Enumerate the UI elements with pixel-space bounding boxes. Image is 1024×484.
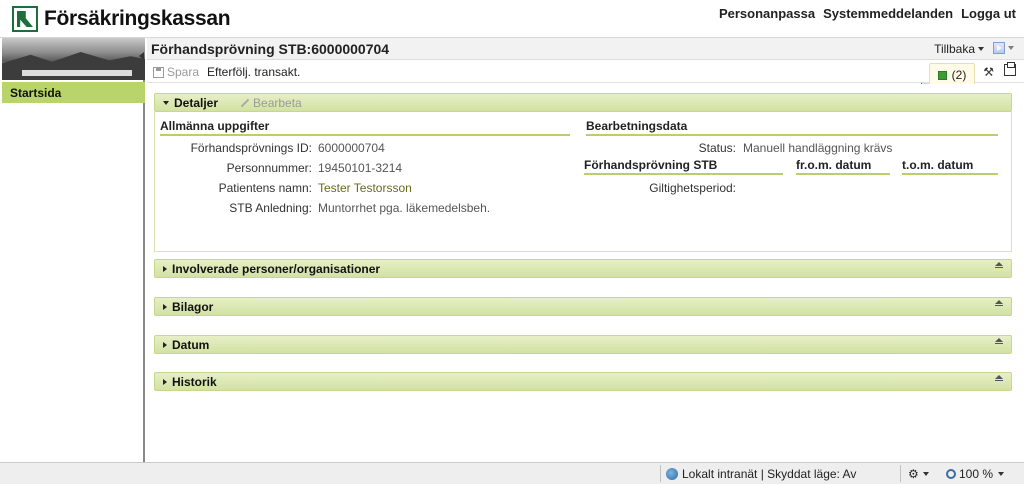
table-header-to-date: t.o.m. datum [902, 158, 998, 175]
involved-parties-title: Involverade personer/organisationer [172, 261, 381, 276]
action-toolbar: Spara Efterfölj. transakt. (2) ⚒ [147, 61, 1024, 87]
eject-icon[interactable] [995, 375, 1003, 383]
dates-panel: Datum [154, 335, 1012, 354]
chevron-down-icon [922, 472, 929, 476]
forward-button[interactable] [993, 42, 1014, 54]
zoom-control[interactable]: 100 % [946, 467, 993, 481]
sidebar-banner-image [2, 38, 145, 80]
followup-transactions-button[interactable]: Efterfölj. transakt. [207, 65, 300, 79]
general-section-heading: Allmänna uppgifter [160, 119, 570, 136]
save-label: Spara [167, 65, 200, 79]
chevron-down-icon [1008, 46, 1014, 50]
history-panel: Historik [154, 372, 1012, 391]
field-value-id: 6000000704 [318, 141, 385, 155]
field-label-reason: STB Anledning: [229, 201, 312, 215]
processing-section-heading: Bearbetningsdata [586, 119, 998, 136]
attachments-title: Bilagor [172, 299, 214, 314]
field-label-personnummer: Personnummer: [226, 161, 312, 175]
personanpassa-link[interactable]: Personanpassa [719, 6, 815, 21]
field-label-id: Förhandsprövnings ID: [190, 141, 312, 155]
zoom-icon [946, 469, 956, 479]
zoom-level: 100 % [959, 467, 994, 481]
caret-right-icon [163, 378, 167, 385]
edit-label: Bearbeta [253, 95, 302, 110]
attachments-panel: Bilagor [154, 297, 1012, 316]
details-panel-body: Allmänna uppgifter Förhandsprövnings ID:… [154, 112, 1012, 252]
statusbar-divider [660, 465, 661, 482]
browser-statusbar: Lokalt intranät | Skyddat läge: Av ⚙ 100… [0, 462, 1024, 484]
caret-right-icon [163, 265, 167, 272]
back-label: Tillbaka [934, 42, 975, 56]
security-zone[interactable]: Lokalt intranät | Skyddat läge: Av [666, 467, 856, 481]
eject-icon[interactable] [995, 338, 1003, 346]
eject-icon[interactable] [995, 262, 1003, 270]
pencil-icon [240, 98, 250, 107]
security-zone-label: Lokalt intranät | Skyddat läge: Av [682, 467, 857, 481]
logo-icon [12, 6, 38, 32]
caret-right-icon [163, 341, 167, 348]
dates-header[interactable]: Datum [154, 335, 1012, 354]
validity-period-label: Giltighetsperiod: [649, 181, 736, 195]
main-content: Detaljer Bearbeta Allmänna uppgifter För… [147, 84, 1024, 462]
sidebar-item-startsida[interactable]: Startsida [2, 82, 145, 103]
history-header[interactable]: Historik [154, 372, 1012, 391]
edit-button[interactable]: Bearbeta [240, 96, 302, 110]
forward-arrow-icon [993, 42, 1005, 54]
sidebar: Startsida [2, 38, 145, 462]
sidebar-collapse-icon[interactable] [139, 52, 144, 60]
involved-parties-header[interactable]: Involverade personer/organisationer [154, 259, 1012, 278]
page-titlebar: Förhandsprövning STB:6000000704 Tillbaka [147, 38, 1024, 93]
statusbar-divider [900, 465, 901, 482]
header-links: Personanpassa Systemmeddelanden Logga ut [719, 6, 1016, 21]
settings-icon: ⚙ [908, 467, 919, 481]
details-panel-header[interactable]: Detaljer Bearbeta [154, 93, 1012, 112]
patient-name-link[interactable]: Tester Testorsson [318, 181, 412, 195]
protected-mode-button[interactable]: ⚙ [908, 467, 929, 481]
details-title: Detaljer [174, 95, 219, 110]
field-value-personnummer: 19450101-3214 [318, 161, 403, 175]
save-button[interactable]: Spara [153, 65, 199, 79]
details-panel: Detaljer Bearbeta Allmänna uppgifter För… [154, 93, 1012, 252]
eject-icon[interactable] [995, 300, 1003, 308]
zoom-dropdown-icon[interactable] [998, 472, 1004, 476]
wrench-icon[interactable]: ⚒ [983, 65, 994, 79]
history-title: Historik [172, 374, 217, 389]
attachments-header[interactable]: Bilagor [154, 297, 1012, 316]
back-button[interactable]: Tillbaka [919, 42, 984, 93]
app-header: Försäkringskassan Personanpassa Systemme… [0, 0, 1024, 38]
caret-down-icon [163, 100, 169, 105]
status-label: Status: [698, 141, 736, 155]
table-header-stb: Förhandsprövning STB [584, 158, 783, 175]
page-title: Förhandsprövning STB:6000000704 [151, 41, 390, 57]
brand-logo[interactable]: Försäkringskassan [12, 6, 231, 32]
chevron-down-icon [978, 47, 984, 51]
involved-parties-panel: Involverade personer/organisationer [154, 259, 1012, 278]
save-icon [153, 66, 164, 78]
dates-title: Datum [172, 337, 210, 352]
printer-icon[interactable] [1004, 62, 1016, 76]
table-header-from-date: fr.o.m. datum [796, 158, 890, 175]
systemmeddelanden-link[interactable]: Systemmeddelanden [823, 6, 953, 21]
field-label-patient-name: Patientens namn: [218, 181, 312, 195]
caret-right-icon [163, 303, 167, 310]
messages-count: (2) [951, 68, 967, 82]
status-value: Manuell handläggning krävs [743, 141, 893, 155]
intranet-globe-icon [666, 468, 678, 480]
brand-name: Försäkringskassan [44, 7, 231, 30]
field-value-reason: Muntorrhet pga. läkemedelsbeh. [318, 201, 491, 215]
logout-link[interactable]: Logga ut [961, 6, 1016, 21]
message-status-icon [937, 70, 947, 80]
